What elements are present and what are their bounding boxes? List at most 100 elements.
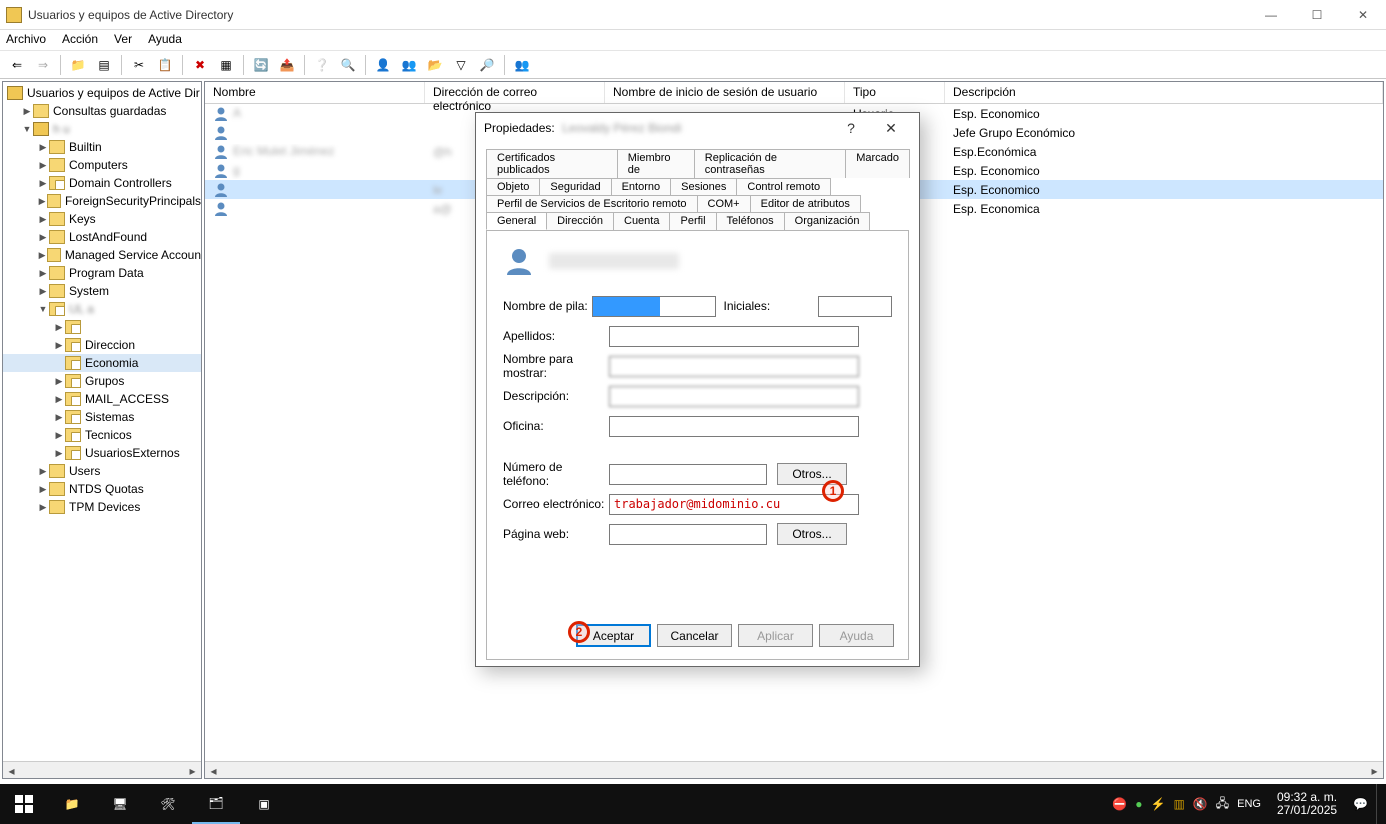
tree-item[interactable]: ▶Keys xyxy=(3,210,201,228)
col-name[interactable]: Nombre xyxy=(205,82,425,103)
taskbar-explorer-icon[interactable]: 📁 xyxy=(48,784,96,824)
tray-volume-icon[interactable]: 🔇 xyxy=(1193,797,1208,811)
tab-control-remoto[interactable]: Control remoto xyxy=(736,178,831,195)
col-logon[interactable]: Nombre de inicio de sesión de usuario xyxy=(605,82,845,103)
col-type[interactable]: Tipo xyxy=(845,82,945,103)
surname-input[interactable] xyxy=(609,326,859,347)
tab-perfil-de-servicios-de-escritorio-remoto[interactable]: Perfil de Servicios de Escritorio remoto xyxy=(486,195,698,212)
tree-root[interactable]: Usuarios y equipos de Active Dir xyxy=(3,84,201,102)
apply-button[interactable]: Aplicar xyxy=(738,624,813,647)
tree-item[interactable]: ▶Builtin xyxy=(3,138,201,156)
tree-expand-icon[interactable]: ▶ xyxy=(37,268,49,279)
tree-expand-icon[interactable]: ▶ xyxy=(53,340,65,351)
tree-expand-icon[interactable]: ▶ xyxy=(53,412,65,423)
tab-seguridad[interactable]: Seguridad xyxy=(539,178,611,195)
tab-perfil[interactable]: Perfil xyxy=(669,212,716,230)
refresh-icon[interactable]: 🔄 xyxy=(250,54,272,76)
show-desktop-button[interactable] xyxy=(1376,784,1382,824)
initials-input[interactable] xyxy=(818,296,892,317)
phone-input[interactable] xyxy=(609,464,767,485)
dialog-close-button[interactable]: ✕ xyxy=(871,120,911,137)
taskbar-app5-icon[interactable]: ▣ xyxy=(240,784,288,824)
tray-icon-4[interactable]: ▥ xyxy=(1173,797,1184,811)
menu-accion[interactable]: Acción xyxy=(62,32,98,48)
dialog-titlebar[interactable]: Propiedades: Leovaldy Pérez Biondi ? ✕ xyxy=(476,113,919,143)
delete-icon[interactable]: ✖ xyxy=(189,54,211,76)
up-level-icon[interactable]: 📁 xyxy=(67,54,89,76)
new-group-icon[interactable]: 👥 xyxy=(398,54,420,76)
tree-expand-icon[interactable]: ▶ xyxy=(37,142,49,153)
scroll-left-icon[interactable]: ◂ xyxy=(3,762,20,779)
tab-certificados-publicados[interactable]: Certificados publicados xyxy=(486,149,618,178)
tree-item[interactable]: ▶Sistemas xyxy=(3,408,201,426)
close-button[interactable]: ✕ xyxy=(1340,0,1386,30)
tray-language[interactable]: ENG xyxy=(1237,798,1261,810)
ok-button[interactable]: Aceptar xyxy=(576,624,651,647)
copy-icon[interactable]: 📋 xyxy=(154,54,176,76)
scroll-left-icon[interactable]: ◂ xyxy=(205,762,222,779)
tab-replicación-de-contraseñas[interactable]: Replicación de contraseñas xyxy=(694,149,846,178)
help-icon[interactable]: ❔ xyxy=(311,54,333,76)
scroll-right-icon[interactable]: ▸ xyxy=(1366,762,1383,779)
tree-item[interactable]: ▶ForeignSecurityPrincipals xyxy=(3,192,201,210)
tree-item[interactable]: ▶Tecnicos xyxy=(3,426,201,444)
start-button[interactable] xyxy=(0,784,48,824)
new-ou-icon[interactable]: 📂 xyxy=(424,54,446,76)
help-button[interactable]: Ayuda xyxy=(819,624,894,647)
tree-item[interactable]: ▶NTDS Quotas xyxy=(3,480,201,498)
tab-dirección[interactable]: Dirección xyxy=(546,212,614,230)
tree-expand-icon[interactable]: ▶ xyxy=(37,286,49,297)
dialog-help-button[interactable]: ? xyxy=(831,120,871,136)
query-icon[interactable]: 🔎 xyxy=(476,54,498,76)
tree-horizontal-scrollbar[interactable]: ◂ ▸ xyxy=(3,761,201,778)
properties-icon[interactable]: ▦ xyxy=(215,54,237,76)
taskbar-app3-icon[interactable]: 🛠 xyxy=(144,784,192,824)
tree-item[interactable]: ▼h u xyxy=(3,120,201,138)
tree-expand-icon[interactable]: ▶ xyxy=(53,394,65,405)
scroll-right-icon[interactable]: ▸ xyxy=(184,762,201,779)
list-horizontal-scrollbar[interactable]: ◂ ▸ xyxy=(205,761,1383,778)
tray-icon-3[interactable]: ⚡ xyxy=(1151,797,1166,811)
tree-item[interactable]: ▶Users xyxy=(3,462,201,480)
tray-network-icon[interactable]: 🖧 xyxy=(1216,794,1229,815)
tree-expand-icon[interactable]: ▶ xyxy=(53,430,65,441)
tree-expand-icon[interactable]: ▶ xyxy=(37,214,49,225)
tree-item[interactable]: ▶Program Data xyxy=(3,264,201,282)
given-name-input[interactable] xyxy=(592,296,716,317)
tree-item[interactable]: ▶Consultas guardadas xyxy=(3,102,201,120)
tab-general[interactable]: General xyxy=(486,212,547,230)
tree-item[interactable]: ▶TPM Devices xyxy=(3,498,201,516)
taskbar-aduc-icon[interactable]: 🗂 xyxy=(192,784,240,824)
tree-item[interactable]: ▼UL a xyxy=(3,300,201,318)
display-name-input[interactable] xyxy=(609,356,859,377)
tab-miembro-de[interactable]: Miembro de xyxy=(617,149,695,178)
tab-objeto[interactable]: Objeto xyxy=(486,178,540,195)
col-email[interactable]: Dirección de correo electrónico xyxy=(425,82,605,103)
tab-cuenta[interactable]: Cuenta xyxy=(613,212,670,230)
tree-item[interactable]: ▶Grupos xyxy=(3,372,201,390)
col-desc[interactable]: Descripción xyxy=(945,82,1383,103)
tree-expand-icon[interactable]: ▶ xyxy=(37,466,49,477)
new-user-icon[interactable]: 👤 xyxy=(372,54,394,76)
phone-others-button[interactable]: Otros... xyxy=(777,463,847,485)
cut-icon[interactable]: ✂ xyxy=(128,54,150,76)
cancel-button[interactable]: Cancelar xyxy=(657,624,732,647)
tree-item[interactable]: ▶LostAndFound xyxy=(3,228,201,246)
export-list-icon[interactable]: 📤 xyxy=(276,54,298,76)
tray-notifications-icon[interactable]: 💬 xyxy=(1353,797,1368,811)
taskbar-server-manager-icon[interactable]: 🖥 xyxy=(96,784,144,824)
tree-expand-icon[interactable]: ▶ xyxy=(37,484,49,495)
tray-icon-2[interactable]: ● xyxy=(1135,797,1142,811)
menu-ayuda[interactable]: Ayuda xyxy=(148,32,182,48)
tab-entorno[interactable]: Entorno xyxy=(611,178,672,195)
filter-icon[interactable]: ▽ xyxy=(450,54,472,76)
tree-expand-icon[interactable]: ▶ xyxy=(37,178,49,189)
menu-archivo[interactable]: Archivo xyxy=(6,32,46,48)
tree-item[interactable]: ▶UsuariosExternos xyxy=(3,444,201,462)
tree-expand-icon[interactable]: ▶ xyxy=(21,106,33,117)
tree-expand-icon[interactable]: ▶ xyxy=(37,196,47,207)
tree-expand-icon[interactable]: ▶ xyxy=(37,232,49,243)
tab-marcado[interactable]: Marcado xyxy=(845,149,910,178)
maximize-button[interactable]: ☐ xyxy=(1294,0,1340,30)
description-input[interactable] xyxy=(609,386,859,407)
